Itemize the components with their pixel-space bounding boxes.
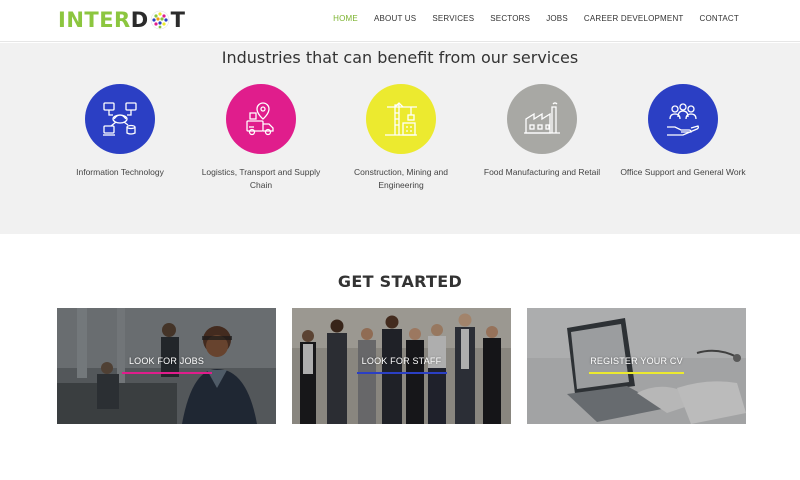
nav-home[interactable]: HOME (333, 14, 358, 23)
industry-label: Information Technology (76, 167, 164, 177)
industry-icon-circle (226, 84, 296, 154)
nav-services[interactable]: SERVICES (432, 14, 474, 23)
nav-sectors[interactable]: SECTORS (490, 14, 530, 23)
nav-career-development[interactable]: CAREER DEVELOPMENT (584, 14, 684, 23)
industry-label: Office Support and General Work (620, 167, 746, 177)
industry-construction: Construction, Mining and Engineering (331, 84, 471, 192)
card-underline (357, 372, 447, 374)
industry-icon-circle (85, 84, 155, 154)
card-label: REGISTER YOUR CV (590, 356, 683, 366)
card-register-cv[interactable]: REGISTER YOUR CV (527, 308, 746, 424)
industry-icon-circle (507, 84, 577, 154)
site-header: INTERD T HOME ABOUT US SERVICES SECTORS … (0, 0, 800, 42)
logo-text: INTERD T (58, 8, 186, 32)
industry-information-technology: Information Technology (50, 84, 190, 179)
card-look-for-staff[interactable]: LOOK FOR STAFF (292, 308, 511, 424)
logo-text-inter: INTER (58, 8, 131, 32)
industry-logistics: Logistics, Transport and Supply Chain (191, 84, 331, 192)
card-label: LOOK FOR JOBS (128, 356, 205, 366)
nav-jobs[interactable]: JOBS (546, 14, 568, 23)
logistics-truck-icon (246, 102, 274, 136)
industries-section: Industries that can benefit from our ser… (0, 43, 800, 234)
main-nav: HOME ABOUT US SERVICES SECTORS JOBS CARE… (317, 14, 739, 23)
card-underline (589, 372, 684, 374)
industry-label: Food Manufacturing and Retail (483, 167, 601, 177)
card-overlay (527, 308, 746, 424)
card-look-for-jobs[interactable]: LOOK FOR JOBS (57, 308, 276, 424)
get-started-title: GET STARTED (337, 272, 463, 291)
card-overlay (57, 308, 276, 424)
logo-text-t: T (170, 8, 186, 32)
card-underline (122, 372, 212, 374)
logo-text-d: D (130, 8, 149, 32)
industry-label: Logistics, Transport and Supply Chain (201, 167, 321, 190)
factory-icon (524, 102, 560, 134)
it-network-icon (103, 102, 137, 136)
people-hand-icon (667, 103, 699, 136)
industry-icon-circle (366, 84, 436, 154)
construction-crane-icon (385, 102, 417, 136)
nav-contact[interactable]: CONTACT (700, 14, 739, 23)
industry-food-manufacturing: Food Manufacturing and Retail (472, 84, 612, 179)
industries-title: Industries that can benefit from our ser… (221, 48, 579, 67)
nav-about-us[interactable]: ABOUT US (374, 14, 416, 23)
industry-office-support: Office Support and General Work (613, 84, 753, 179)
card-label: LOOK FOR STAFF (361, 356, 442, 366)
logo[interactable]: INTERD T (58, 6, 186, 34)
industry-label: Construction, Mining and Engineering (353, 167, 449, 190)
card-overlay (292, 308, 511, 424)
logo-globe-icon (150, 10, 169, 30)
industry-icon-circle (648, 84, 718, 154)
